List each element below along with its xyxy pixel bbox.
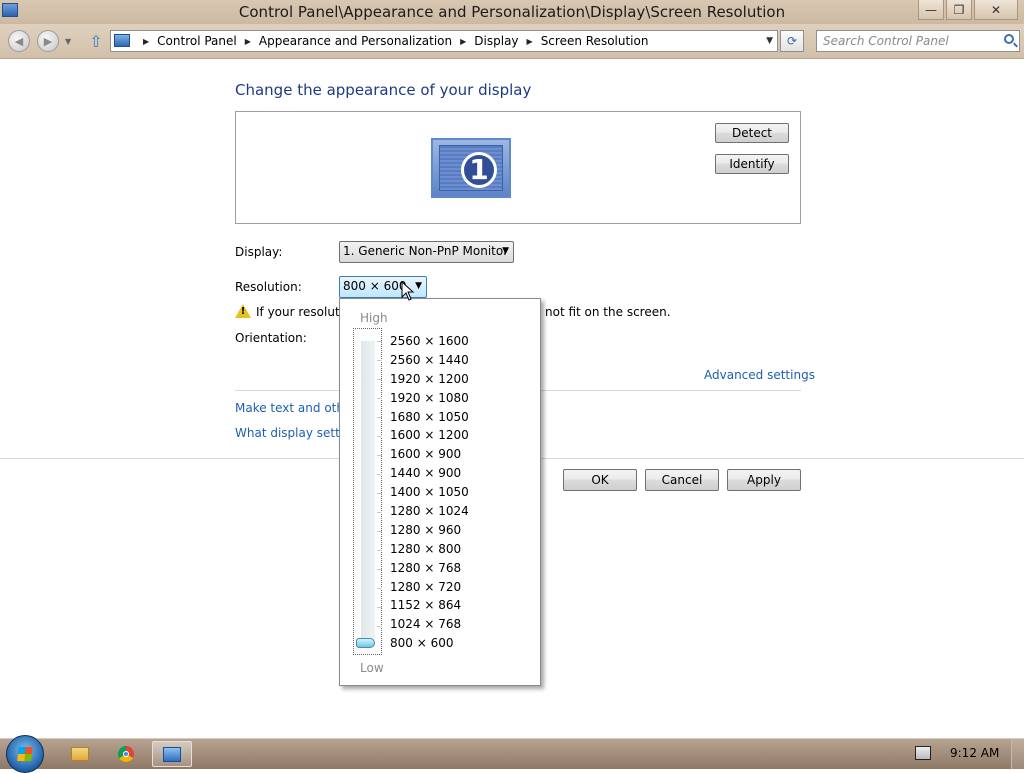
chevron-right-icon[interactable]: ▶: [143, 37, 149, 46]
slider-wedge: [361, 341, 375, 643]
maximize-button[interactable]: ❐: [946, 0, 972, 20]
monitor-screen: 1: [439, 145, 503, 191]
detect-button[interactable]: Detect: [715, 123, 789, 143]
cancel-button[interactable]: Cancel: [645, 469, 719, 491]
breadcrumb: ▶ Control Panel ▶ Appearance and Persona…: [135, 34, 648, 48]
resolution-option[interactable]: 1600 × 900: [390, 445, 469, 464]
back-arrow-icon: ◀: [14, 34, 24, 48]
close-button[interactable]: ✕: [974, 0, 1018, 20]
display-select[interactable]: 1. Generic Non-PnP Monitor ▼: [339, 241, 514, 263]
taskbar-control-panel[interactable]: [152, 741, 192, 767]
address-bar[interactable]: ▶ Control Panel ▶ Appearance and Persona…: [110, 30, 778, 52]
resolution-option[interactable]: 1440 × 900: [390, 464, 469, 483]
display-label: Display:: [235, 245, 283, 259]
breadcrumb-appearance[interactable]: Appearance and Personalization: [259, 34, 452, 48]
search-icon[interactable]: [1004, 34, 1014, 44]
resolution-label: Resolution:: [235, 280, 302, 294]
chrome-icon: [118, 746, 134, 762]
forward-button[interactable]: ▶: [37, 30, 59, 52]
orientation-label: Orientation:: [235, 331, 307, 345]
resolution-option[interactable]: 1280 × 800: [390, 540, 469, 559]
resolution-option-selected[interactable]: 800 × 600: [390, 634, 469, 653]
slider-low-label: Low: [360, 661, 384, 675]
control-panel-icon: [114, 34, 130, 47]
window-controls: — ❐ ✕: [916, 0, 1018, 20]
chevron-right-icon[interactable]: ▶: [245, 37, 251, 46]
taskbar-windows-explorer[interactable]: [60, 741, 100, 767]
network-icon[interactable]: [915, 746, 931, 760]
forward-arrow-icon: ▶: [43, 34, 53, 48]
chevron-down-icon: ▼: [415, 281, 422, 291]
up-arrow-icon[interactable]: ⇧: [86, 32, 106, 52]
resolution-option[interactable]: 2560 × 1600: [390, 332, 469, 351]
warning-text-start: If your resolutio: [256, 305, 351, 319]
windows-logo-icon: [17, 747, 33, 761]
warning-text-end: not fit on the screen.: [545, 305, 671, 319]
resolution-option[interactable]: 1400 × 1050: [390, 483, 469, 502]
apply-button[interactable]: Apply: [727, 469, 801, 491]
resolution-option[interactable]: 1024 × 768: [390, 615, 469, 634]
refresh-button[interactable]: ⟳: [780, 30, 804, 52]
page-title: Change the appearance of your display: [235, 81, 532, 99]
display-select-value: 1. Generic Non-PnP Monitor: [343, 244, 509, 258]
chevron-right-icon[interactable]: ▶: [527, 37, 533, 46]
breadcrumb-control-panel[interactable]: Control Panel: [157, 34, 237, 48]
chevron-right-icon[interactable]: ▶: [460, 37, 466, 46]
taskbar: 9:12 AM: [0, 735, 1024, 773]
breadcrumb-display[interactable]: Display: [474, 34, 518, 48]
slider-high-label: High: [360, 311, 388, 325]
resolution-option[interactable]: 1280 × 768: [390, 559, 469, 578]
recent-pages-chevron-icon[interactable]: ▼: [65, 37, 71, 46]
clock[interactable]: 9:12 AM: [950, 746, 999, 760]
monitor-icon[interactable]: 1: [431, 138, 511, 198]
warning-exclamation-icon: !: [240, 306, 246, 317]
resolution-option[interactable]: 1280 × 960: [390, 521, 469, 540]
resolution-option[interactable]: 2560 × 1440: [390, 351, 469, 370]
monitor-number: 1: [461, 152, 497, 188]
search-box[interactable]: [816, 30, 1020, 52]
breadcrumb-screen-resolution[interactable]: Screen Resolution: [541, 34, 649, 48]
resolution-select-value: 800 × 600: [343, 279, 407, 293]
taskbar-google-chrome[interactable]: [106, 741, 146, 767]
navigation-bar: ◀ ▶ ▼ ⇧ ▶ Control Panel ▶ Appearance and…: [0, 24, 1024, 59]
refresh-icon: ⟳: [786, 34, 798, 48]
address-dropdown-icon[interactable]: ▼: [766, 36, 773, 46]
resolution-options-list: 2560 × 1600 2560 × 1440 1920 × 1200 1920…: [390, 332, 469, 653]
resolution-dropdown: High 2560 × 1600 2560 × 1440 1920 × 1200…: [339, 298, 541, 686]
control-panel-icon: [163, 746, 181, 762]
monitor-preview-area: 1 Detect Identify: [235, 111, 801, 224]
resolution-option[interactable]: 1920 × 1200: [390, 370, 469, 389]
resolution-option[interactable]: 1680 × 1050: [390, 408, 469, 427]
start-button[interactable]: [6, 735, 44, 773]
minimize-button[interactable]: —: [918, 0, 944, 20]
resolution-option[interactable]: 1920 × 1080: [390, 389, 469, 408]
resolution-option[interactable]: 1280 × 1024: [390, 502, 469, 521]
resolution-option[interactable]: 1600 × 1200: [390, 426, 469, 445]
show-desktop-button[interactable]: [1011, 739, 1024, 769]
slider-ticks: [377, 341, 382, 643]
resolution-option[interactable]: 1280 × 720: [390, 578, 469, 597]
chevron-down-icon: ▼: [502, 246, 509, 256]
back-button[interactable]: ◀: [8, 30, 30, 52]
resolution-option[interactable]: 1152 × 864: [390, 596, 469, 615]
slider-thumb[interactable]: [356, 638, 375, 648]
mouse-cursor-icon: [401, 281, 415, 301]
advanced-settings-link[interactable]: Advanced settings: [704, 368, 815, 382]
resolution-slider[interactable]: [353, 328, 382, 655]
window-title: Control Panel\Appearance and Personaliza…: [238, 3, 786, 21]
ok-button[interactable]: OK: [563, 469, 637, 491]
folder-icon: [71, 747, 89, 761]
search-input[interactable]: [823, 33, 993, 49]
identify-button[interactable]: Identify: [715, 154, 789, 174]
title-bar: Control Panel\Appearance and Personaliza…: [0, 0, 1024, 24]
